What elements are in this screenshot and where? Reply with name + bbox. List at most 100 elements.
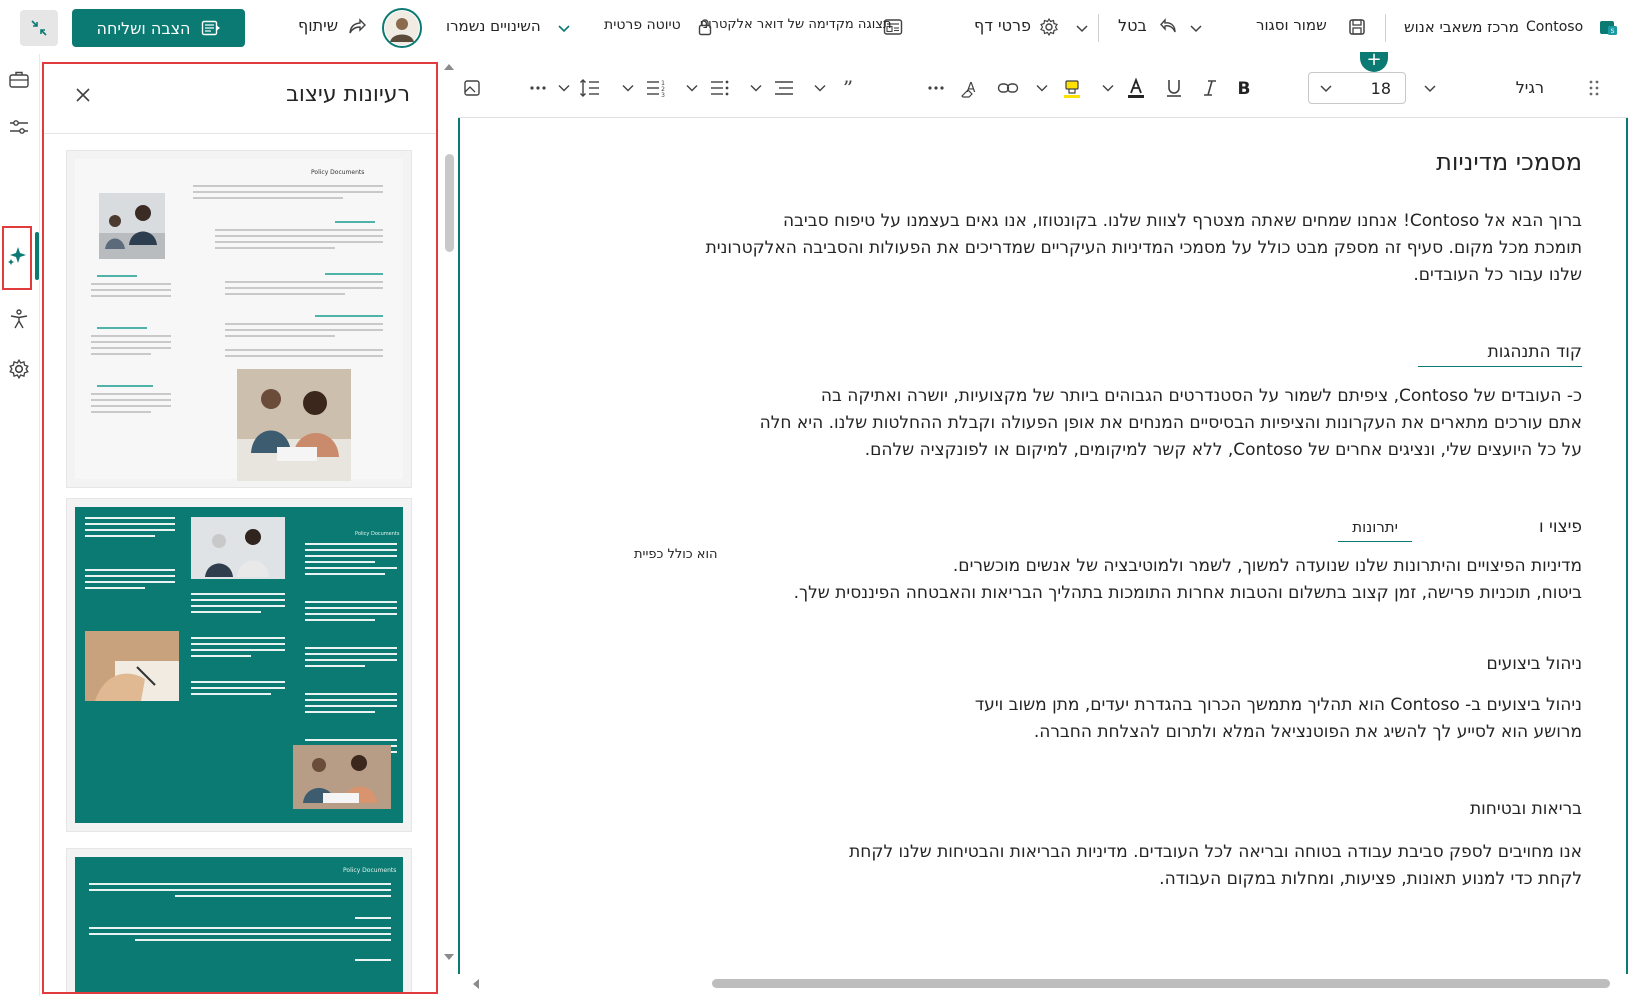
team-collaboration-photo — [237, 369, 351, 481]
comp-line-1[interactable]: מדיניות הפיצויים והיתרונות שלנו שנועדה ל… — [572, 553, 1582, 580]
text-line — [193, 197, 343, 199]
design-idea-thumbnail-2[interactable]: Policy Documents — [66, 498, 412, 832]
accessibility-icon[interactable] — [4, 304, 34, 334]
chevron-down-icon[interactable] — [620, 74, 636, 102]
comp-line-2[interactable]: ביטוח, תוכניות פרישה, זמן קצוב בתשלום וה… — [572, 580, 1582, 607]
text-line — [305, 607, 397, 609]
scrollbar-thumb[interactable] — [712, 979, 1610, 988]
health-line-2[interactable]: לקחת כדי למנוע תאונות, פציעות, ומחלות במ… — [572, 866, 1582, 893]
numbered-list-icon[interactable]: 123 — [642, 74, 670, 102]
avatar[interactable] — [382, 8, 422, 48]
scroll-down-arrow-icon[interactable] — [442, 952, 456, 962]
text-line — [97, 275, 137, 277]
scrollbar-thumb[interactable] — [445, 154, 454, 252]
site-name[interactable]: מרכז משאבי אנוש — [1404, 18, 1519, 36]
org-name[interactable]: Contoso — [1526, 19, 1583, 35]
performance-heading[interactable]: ניהול ביצועים — [1487, 651, 1582, 678]
scroll-up-arrow-icon[interactable] — [442, 62, 456, 72]
settings-gear-icon[interactable] — [4, 354, 34, 384]
section-settings-icon[interactable] — [4, 112, 34, 142]
chevron-down-icon — [1319, 83, 1333, 93]
svg-text:”: ” — [843, 80, 853, 96]
pane-scrollbar[interactable] — [442, 62, 456, 972]
text-line — [305, 543, 397, 545]
highlighter-icon[interactable] — [1058, 74, 1086, 102]
collapse-button[interactable] — [20, 10, 58, 46]
text-line — [85, 581, 175, 583]
separator — [1385, 14, 1386, 42]
bullet-list-icon[interactable] — [706, 74, 734, 102]
conduct-line-3[interactable]: על כל היועצים שלי, ונציגים אחרים של Cont… — [572, 437, 1582, 464]
text-line — [225, 323, 383, 325]
bold-icon[interactable]: B — [1230, 74, 1258, 102]
conduct-line-2[interactable]: אתם עורכים מתארים את העקרונות והציפיות ה… — [572, 410, 1582, 437]
link-icon[interactable] — [994, 74, 1022, 102]
text-line — [305, 561, 375, 563]
share-button[interactable]: שיתוף — [298, 10, 370, 44]
conduct-heading[interactable]: קוד התנהגות — [1417, 339, 1582, 367]
pane-header: רעיונות עיצוב — [44, 64, 436, 134]
text-line — [135, 939, 391, 941]
chevron-down-icon[interactable] — [1034, 74, 1050, 102]
text-line — [175, 895, 391, 897]
chevron-down-icon[interactable] — [1100, 74, 1116, 102]
handwriting-photo — [85, 631, 179, 701]
page-details-button[interactable]: פרטי דף — [970, 10, 1066, 44]
text-line — [191, 687, 285, 689]
comp-side-note[interactable]: הוא כולל כפיית — [634, 547, 718, 562]
font-color-icon[interactable] — [1122, 74, 1150, 102]
comp-heading-part-2[interactable]: יתרונות — [1338, 514, 1412, 542]
document-title[interactable]: מסמכי מדיניות — [572, 138, 1582, 186]
publish-button[interactable]: הצבה ושליחה — [72, 9, 245, 47]
text-line — [305, 699, 397, 701]
chevron-down-icon[interactable] — [748, 74, 764, 102]
text-web-part[interactable]: מסמכי מדיניות ברוך הבא אל Contoso! אנחנו… — [572, 138, 1582, 893]
chevron-down-icon[interactable] — [812, 74, 828, 102]
quote-icon[interactable]: ” — [834, 74, 862, 102]
conduct-line-1[interactable]: כ- העובדים של Contoso, ציפיתם לשמור על ה… — [572, 383, 1582, 410]
performance-line-1[interactable]: ניהול ביצועים ב- Contoso הוא תהליך מתמשך… — [572, 692, 1582, 719]
svg-text:S: S — [1611, 28, 1615, 35]
align-right-icon[interactable] — [770, 74, 798, 102]
add-section-button[interactable]: + — [1360, 51, 1388, 72]
more-options-icon[interactable] — [922, 74, 950, 102]
design-idea-thumbnail-3[interactable]: Policy Documents — [66, 848, 412, 992]
more-options-icon[interactable] — [524, 74, 552, 102]
intro-line-2[interactable]: תומכת מכל מקום. סעיף זה מספק מבט כולל על… — [572, 235, 1582, 262]
line-spacing-icon[interactable] — [576, 74, 604, 102]
drag-handle-icon[interactable] — [1580, 74, 1608, 102]
private-draft-button[interactable]: טיוטה פרטית — [604, 10, 712, 44]
image-insert-icon[interactable] — [458, 74, 486, 102]
chevron-down-icon[interactable] — [684, 74, 700, 102]
health-line-1[interactable]: אנו מחויבים לספק סביבת עבודה בטוחה ובריא… — [572, 839, 1582, 866]
font-size-dropdown[interactable]: 18 — [1308, 72, 1406, 104]
saved-status-dropdown[interactable]: השינויים נשמרו — [446, 10, 578, 44]
design-ideas-sparkle-icon[interactable] — [2, 240, 32, 270]
left-tool-rail — [0, 54, 40, 996]
thumb-heading: Policy Documents — [311, 169, 365, 176]
health-safety-heading[interactable]: בריאות ובטיחות — [1470, 796, 1582, 823]
close-icon[interactable] — [70, 82, 96, 108]
italic-icon[interactable] — [1196, 74, 1224, 102]
clear-format-icon[interactable]: A — [956, 74, 984, 102]
save-close-button[interactable]: שמור וסגור — [1256, 10, 1376, 44]
undo-button[interactable]: בטל — [1112, 10, 1182, 44]
design-idea-thumbnail-1[interactable]: Policy Documents — [66, 150, 412, 488]
email-preview-button[interactable]: תצוגה מקדימה של דואר אלקטרוני — [700, 10, 910, 44]
undo-dropdown-chevron-icon[interactable] — [1186, 18, 1206, 38]
intro-line-3[interactable]: שלנו עבור כל העובדים. — [572, 262, 1582, 289]
chevron-down-icon[interactable] — [556, 74, 572, 102]
page-details-chevron-icon[interactable] — [1072, 18, 1092, 38]
underline-icon[interactable] — [1160, 74, 1188, 102]
scroll-left-arrow-icon[interactable] — [470, 978, 482, 990]
intro-line-1[interactable]: ברוך הבא אל Contoso! אנחנו שמחים שאתה מצ… — [572, 208, 1582, 235]
document-horizontal-scrollbar[interactable] — [470, 976, 1620, 990]
comp-heading-part-1[interactable]: פיצוי ו — [1539, 514, 1582, 541]
chevron-down-icon — [554, 18, 574, 38]
publish-icon — [201, 20, 221, 36]
document-canvas[interactable]: מסמכי מדיניות ברוך הבא אל Contoso! אנחנו… — [458, 118, 1628, 974]
toolbox-icon[interactable] — [4, 64, 34, 94]
performance-line-2[interactable]: מרושע הוא לסייע לך להשיג את הפוטנציאל המ… — [572, 719, 1582, 746]
style-chevron-down-icon[interactable] — [1420, 74, 1440, 102]
text-style-dropdown[interactable]: רגיל — [1516, 78, 1544, 97]
